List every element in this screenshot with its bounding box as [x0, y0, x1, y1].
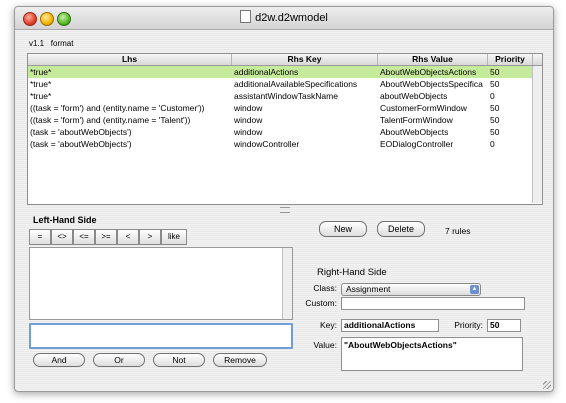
value-field[interactable]: "AboutWebObjectsActions" — [341, 337, 523, 371]
table-row[interactable]: ((task = 'form') and (entity.name = 'Cus… — [28, 102, 532, 114]
window-title-container: d2w.d2wmodel — [15, 7, 553, 29]
cell-rhs-value: AboutWebObjects — [380, 127, 449, 137]
key-field[interactable]: additionalActions — [341, 319, 439, 332]
cell-lhs: *true* — [30, 79, 52, 89]
class-label: Class: — [313, 283, 337, 293]
new-rule-button[interactable]: New — [319, 221, 367, 237]
operator-like-button[interactable]: like — [161, 229, 187, 245]
cell-rhs-key: additionalAvailableSpecifications — [234, 79, 358, 89]
lhs-panel-title: Left-Hand Side — [33, 215, 97, 225]
table-row[interactable]: *true* additionalAvailableSpecifications A… — [28, 78, 532, 90]
cell-lhs: (task = 'aboutWebObjects') — [30, 127, 132, 137]
version-label: v1.1 format — [29, 39, 73, 48]
format-label: format — [50, 39, 74, 48]
class-popup[interactable]: Assignment ▲ — [341, 283, 481, 296]
table-header: Lhs Rhs Key Rhs Value Priority — [28, 54, 542, 66]
version-number: v1.1 — [29, 39, 45, 48]
window-title: d2w.d2wmodel — [255, 12, 328, 24]
cell-priority: 50 — [490, 127, 500, 137]
cell-priority: 50 — [490, 67, 500, 77]
table-row[interactable]: *true* assistantWindowTaskName aboutWebObj… — [28, 90, 532, 102]
cell-rhs-value: TalentFormWindow — [380, 115, 453, 125]
cell-rhs-value: AboutWebObjectsActions — [380, 67, 477, 77]
operator-not-equals-button[interactable]: <> — [51, 229, 73, 245]
lhs-list-scrollbar[interactable] — [282, 248, 292, 319]
cell-lhs: ((task = 'form') and (entity.name = 'Tal… — [30, 115, 191, 125]
class-popup-value: Assignment — [346, 284, 391, 294]
cell-rhs-key: window — [234, 115, 263, 125]
document-icon — [240, 10, 252, 23]
cell-rhs-key: assistantWindowTaskName — [234, 91, 338, 101]
cell-priority: 0 — [490, 139, 495, 149]
cell-rhs-value: CustomerFormWindow — [380, 103, 467, 113]
column-header-rhs-value[interactable]: Rhs Value — [378, 54, 488, 65]
lhs-expression-field[interactable] — [29, 323, 293, 349]
operator-equals-button[interactable]: = — [29, 229, 51, 245]
operator-greater-equal-button[interactable]: >= — [95, 229, 117, 245]
or-button[interactable]: Or — [93, 353, 145, 367]
resize-grip-icon[interactable] — [543, 381, 551, 389]
remove-button[interactable]: Remove — [213, 353, 267, 367]
cell-priority: 50 — [490, 79, 500, 89]
cell-priority: 0 — [490, 91, 495, 101]
and-button[interactable]: And — [33, 353, 85, 367]
table-row[interactable]: *true* additionalActions AboutWebObjectsAc… — [28, 66, 532, 78]
priority-field[interactable]: 50 — [487, 319, 521, 332]
priority-label: Priority: — [454, 320, 483, 330]
table-row[interactable]: ((task = 'form') and (entity.name = 'Tal… — [28, 114, 532, 126]
rules-count: 7 rules — [445, 226, 471, 236]
delete-rule-button[interactable]: Delete — [377, 221, 425, 237]
operator-less-than-button[interactable]: < — [117, 229, 139, 245]
title-bar[interactable]: d2w.d2wmodel — [15, 7, 553, 30]
lhs-qualifier-list[interactable] — [29, 247, 293, 320]
cell-lhs: *true* — [30, 67, 52, 77]
cell-rhs-value: AboutWebObjectsSpecifica — [380, 79, 483, 89]
cell-priority: 50 — [490, 115, 500, 125]
column-header-lhs[interactable]: Lhs — [28, 54, 232, 65]
cell-rhs-value: EODialogController — [380, 139, 454, 149]
table-vertical-scrollbar[interactable] — [532, 66, 542, 203]
table-row[interactable]: (task = 'aboutWebObjects') windowControll… — [28, 138, 532, 150]
split-view-divider[interactable] — [280, 207, 290, 213]
app-window: d2w.d2wmodel v1.1 format Lhs Rhs Key Rhs… — [14, 6, 554, 392]
column-header-priority[interactable]: Priority — [488, 54, 533, 65]
popup-arrows-icon: ▲ — [470, 285, 479, 294]
cell-rhs-key: windowController — [234, 139, 300, 149]
rhs-panel-title: Right-Hand Side — [317, 267, 387, 278]
cell-rhs-value: aboutWebObjects — [380, 91, 448, 101]
key-label: Key: — [319, 320, 337, 330]
column-header-rhs-key[interactable]: Rhs Key — [232, 54, 378, 65]
table-row[interactable]: (task = 'aboutWebObjects') window AboutWeb… — [28, 126, 532, 138]
cell-rhs-key: window — [234, 127, 263, 137]
cell-priority: 50 — [490, 103, 500, 113]
cell-rhs-key: window — [234, 103, 263, 113]
not-button[interactable]: Not — [153, 353, 205, 367]
rules-table[interactable]: Lhs Rhs Key Rhs Value Priority *true* add… — [27, 53, 543, 205]
cell-lhs: ((task = 'form') and (entity.name = 'Cus… — [30, 103, 205, 113]
cell-rhs-key: additionalActions — [234, 67, 299, 77]
value-label: Value: — [313, 340, 337, 350]
operator-greater-than-button[interactable]: > — [139, 229, 161, 245]
cell-lhs: *true* — [30, 91, 52, 101]
custom-field[interactable] — [341, 297, 525, 310]
custom-label: Custom: — [305, 298, 337, 308]
operator-less-equal-button[interactable]: <= — [73, 229, 95, 245]
cell-lhs: (task = 'aboutWebObjects') — [30, 139, 132, 149]
